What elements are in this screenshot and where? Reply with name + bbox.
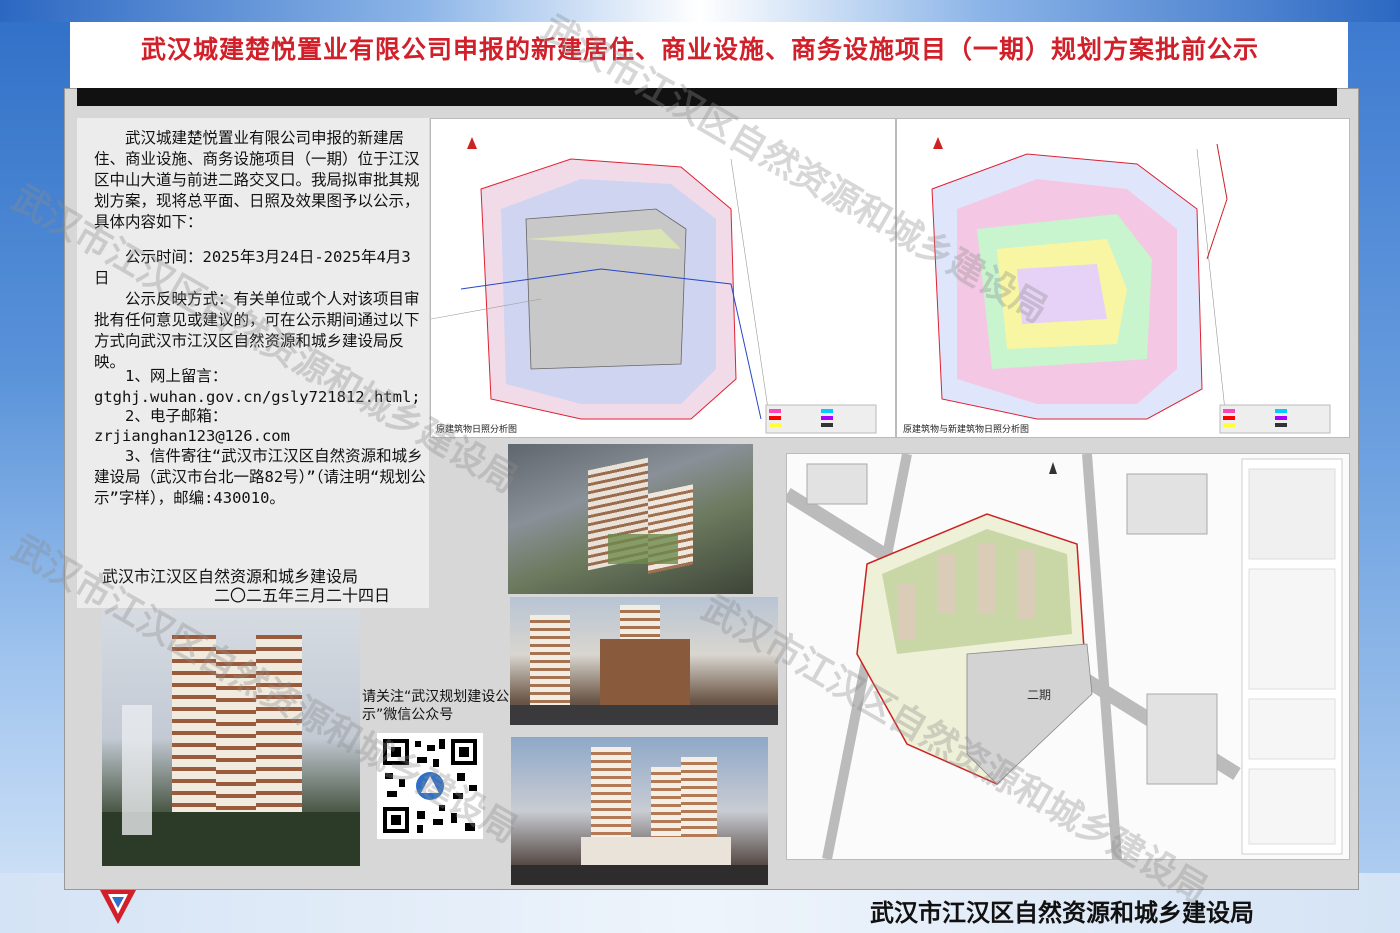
street-corner-rendering-image <box>511 737 768 885</box>
page-title: 武汉城建楚悦置业有限公司申报的新建居住、商业设施、商务设施项目（一期）规划方案批… <box>140 35 1259 64</box>
map-caption-combined: 原建筑物与新建筑物日照分析图 <box>903 425 1030 435</box>
notice-feedback: 公示反映方式：有关单位或个人对该项目审批有任何意见或建议的，可在公示期间通过以下… <box>94 290 420 371</box>
footer-bureau-name: 武汉市江汉区自然资源和城乡建设局 <box>870 899 1254 927</box>
sunlight-map-existing <box>430 118 896 438</box>
master-site-plan: 二期 <box>786 453 1350 860</box>
qr-caption: 请关注“武汉规划建设公示”微信公众号 <box>362 689 510 723</box>
bureau-emblem-icon <box>100 890 136 924</box>
notice-period: 公示时间：2025年3月24日-2025年4月3日 <box>94 248 411 287</box>
channel-web-label: 1、网上留言： <box>125 367 228 385</box>
notice-intro: 武汉城建楚悦置业有限公司申报的新建居住、商业设施、商务设施项目（一期）位于江汉区… <box>94 129 420 231</box>
aerial-rendering-image <box>508 444 753 594</box>
signature-date: 二〇二五年三月二十四日 <box>214 586 391 605</box>
channel-mail-text: 3、信件寄往“武汉市江汉区自然资源和城乡建设局（武汉市台北一路82号）”（请注明… <box>94 447 426 507</box>
wechat-qr-code[interactable] <box>377 733 483 839</box>
street-rendering-image <box>510 597 778 725</box>
channel-web-url[interactable]: gtghj.wuhan.gov.cn/gsly721812.html; <box>94 387 426 408</box>
map-caption-existing: 原建筑物日照分析图 <box>436 425 518 435</box>
tower-rendering-image <box>102 610 360 866</box>
phase2-label: 二期 <box>1027 688 1051 702</box>
channel-email-address[interactable]: zrjianghan123@126.com <box>94 426 426 447</box>
sunlight-map-combined <box>896 118 1350 438</box>
board-top-strip <box>77 88 1337 106</box>
left-blue-frame <box>0 0 70 933</box>
channel-email-label: 2、电子邮箱： <box>125 407 228 425</box>
top-blue-band <box>0 0 1400 22</box>
